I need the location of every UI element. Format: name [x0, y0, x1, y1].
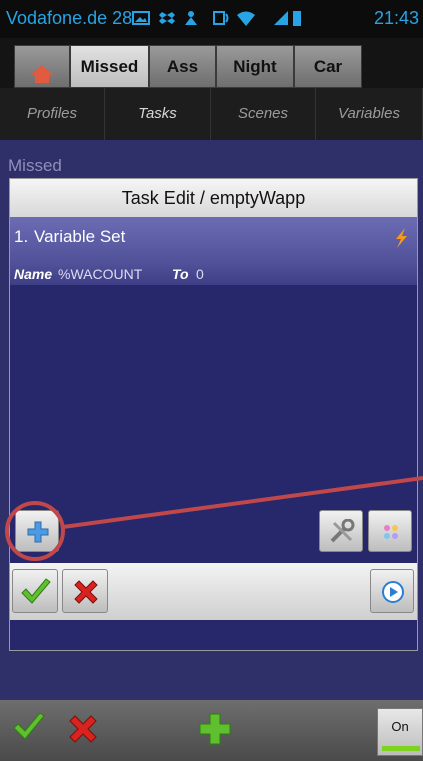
on-toggle[interactable]: On — [377, 708, 423, 756]
status-bar: Vodafone.de 28 21:43 — [0, 0, 423, 38]
tab-scenes[interactable]: Scenes — [211, 88, 316, 140]
dialog-title: Task Edit / emptyWapp — [10, 179, 417, 217]
action-number: 1. — [14, 227, 29, 246]
battery-icon — [292, 9, 302, 27]
tools-button[interactable] — [319, 510, 363, 552]
plus-icon — [198, 713, 232, 750]
bottom-accept-button[interactable] — [12, 712, 46, 747]
tab-night[interactable]: Night — [216, 45, 294, 88]
plus-icon — [27, 521, 49, 548]
cancel-button[interactable] — [62, 569, 108, 613]
arg-label-name: Name — [14, 266, 53, 282]
on-toggle-label: On — [391, 719, 409, 734]
task-edit-dialog: Task Edit / emptyWapp 1. Variable Set Na… — [9, 178, 418, 651]
checkmark-icon — [20, 578, 52, 611]
close-icon — [66, 715, 100, 750]
action-name: Variable Set — [34, 227, 126, 246]
tab-ass[interactable]: Ass — [149, 45, 216, 88]
on-indicator — [382, 746, 420, 751]
action-args: Name %WACOUNT To 0 — [10, 263, 417, 285]
clock: 21:43 — [373, 8, 419, 28]
add-action-button[interactable] — [15, 510, 59, 552]
tab-variables[interactable]: Variables — [316, 88, 423, 140]
nfc-icon — [212, 9, 230, 27]
signal-icon — [272, 9, 290, 27]
section-tabs: Profiles Tasks Scenes Variables — [0, 88, 423, 140]
dialog-action-bar — [10, 563, 417, 620]
accept-button[interactable] — [12, 569, 58, 613]
checkmark-icon — [12, 712, 46, 746]
tab-home[interactable] — [14, 45, 70, 88]
lightning-icon — [393, 227, 409, 249]
tab-tasks[interactable]: Tasks — [105, 88, 211, 140]
tab-missed[interactable]: Missed — [70, 45, 149, 88]
project-tabs: Missed Ass Night Car — [0, 38, 423, 88]
color-button[interactable] — [368, 510, 412, 552]
action-row[interactable]: 1. Variable Set — [10, 217, 417, 264]
arg-label-to: To — [172, 266, 189, 282]
palette-icon — [380, 521, 402, 548]
dropbox-icon — [158, 9, 176, 27]
background-project-label: Missed — [8, 156, 62, 175]
bottom-add-button[interactable] — [198, 712, 232, 751]
play-icon — [381, 580, 405, 609]
close-icon — [71, 577, 101, 612]
arg-value-to: 0 — [196, 266, 204, 282]
arg-value-name: %WACOUNT — [58, 266, 143, 282]
tab-car[interactable]: Car — [294, 45, 362, 88]
carrier-label: Vodafone.de 28 — [6, 8, 133, 28]
wifi-icon — [236, 9, 255, 27]
tab-profiles[interactable]: Profiles — [0, 88, 105, 140]
bottom-cancel-button[interactable] — [66, 712, 100, 751]
run-task-button[interactable] — [370, 569, 414, 613]
tasker-icon — [182, 9, 200, 27]
image-icon — [132, 9, 150, 27]
bottom-toolbar: On — [0, 700, 423, 761]
tools-icon — [329, 518, 355, 550]
